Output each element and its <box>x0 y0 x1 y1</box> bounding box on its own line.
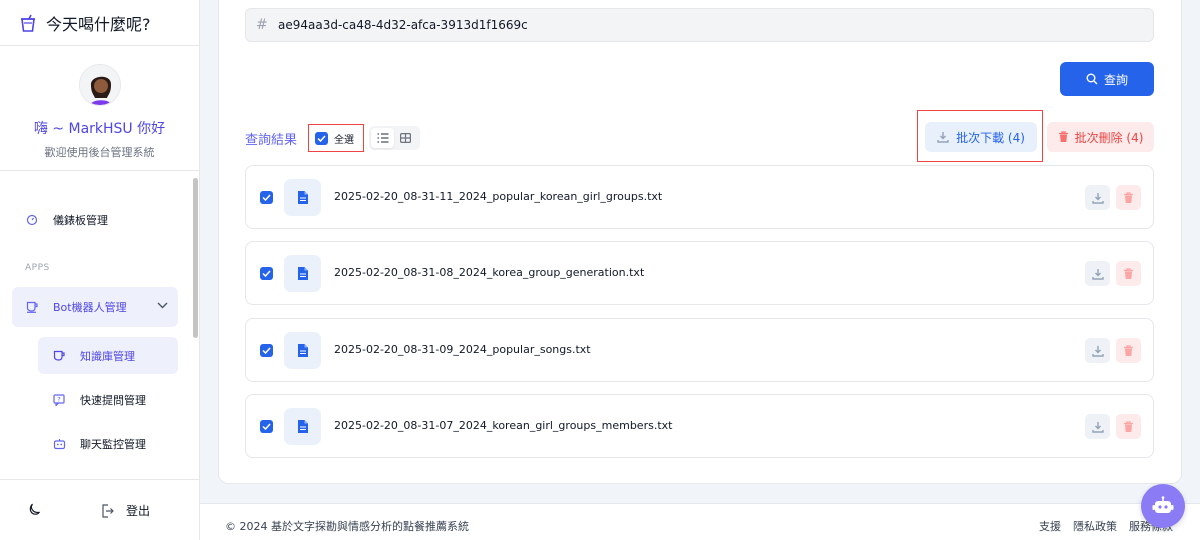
download-button[interactable] <box>1085 338 1110 363</box>
checkbox-checked-icon[interactable] <box>260 191 273 204</box>
sidebar-footer: 登出 <box>0 480 200 540</box>
batch-delete-label: 批次刪除 (4) <box>1074 130 1144 145</box>
cup-icon <box>25 300 39 314</box>
robot-icon <box>52 437 66 451</box>
delete-button[interactable] <box>1116 414 1141 439</box>
file-row[interactable]: 2025-02-20_08-31-09_2024_popular_songs.t… <box>245 318 1154 382</box>
question-bubble-icon: ? <box>52 393 66 407</box>
svg-text:?: ? <box>57 396 60 404</box>
file-row[interactable]: 2025-02-20_08-31-08_2024_korea_group_gen… <box>245 241 1154 305</box>
select-all-checkbox[interactable]: 全選 <box>308 124 364 152</box>
checkbox-checked-icon[interactable] <box>260 267 273 280</box>
query-button-label: 查詢 <box>1103 72 1128 87</box>
sidebar-item-label: 快速提問管理 <box>80 394 146 407</box>
download-icon <box>1091 345 1104 357</box>
delete-button[interactable] <box>1116 185 1141 210</box>
download-icon <box>1091 421 1104 433</box>
sidebar-nav: 儀錶板管理 APPS Bot機器人管理 知識庫管理 ? 快速提問管理 聊天監控管… <box>0 172 200 480</box>
sidebar-item-bot-manage[interactable]: Bot機器人管理 <box>12 287 178 327</box>
copyright-text: © 2024 基於文字探勘與情感分析的點餐推薦系統 <box>225 520 469 533</box>
file-name: 2025-02-20_08-31-07_2024_korean_girl_gro… <box>334 419 673 432</box>
sidebar-scrollbar[interactable] <box>193 178 198 338</box>
footer-link-support[interactable]: 支援 <box>1039 518 1061 534</box>
id-input[interactable]: # ae94aa3d-ca48-4d32-afca-3913d1f1669c <box>245 8 1154 42</box>
file-row[interactable]: 2025-02-20_08-31-11_2024_popular_korean_… <box>245 165 1154 229</box>
sidebar-item-chat-monitor[interactable]: 聊天監控管理 <box>52 436 146 452</box>
delete-button[interactable] <box>1116 261 1141 286</box>
list-view-icon[interactable] <box>371 128 394 148</box>
document-icon <box>284 408 321 445</box>
footer-link-privacy[interactable]: 隱私政策 <box>1073 518 1117 534</box>
cup-icon <box>21 14 35 32</box>
document-icon <box>284 255 321 292</box>
sidebar-item-label: 知識庫管理 <box>80 349 135 363</box>
trash-icon <box>1124 191 1133 203</box>
file-name: 2025-02-20_08-31-11_2024_popular_korean_… <box>334 190 663 203</box>
select-all-label: 全選 <box>334 134 354 146</box>
checkbox-checked-icon <box>315 131 328 145</box>
download-button[interactable] <box>1085 261 1110 286</box>
checkbox-checked-icon[interactable] <box>260 420 273 433</box>
download-icon <box>1091 268 1104 280</box>
download-button[interactable] <box>1085 185 1110 210</box>
logout-button[interactable]: 登出 <box>101 502 150 519</box>
batch-delete-button[interactable]: 批次刪除 (4) <box>1047 122 1154 152</box>
chatbot-fab[interactable] <box>1141 484 1185 528</box>
trash-icon <box>1124 420 1133 432</box>
app-title: 今天喝什麼呢? <box>46 14 151 34</box>
section-label-apps: APPS <box>25 263 50 273</box>
moon-icon[interactable] <box>27 503 41 517</box>
logout-label: 登出 <box>126 504 151 518</box>
greeting-text: 嗨 ~ MarkHSU 你好 <box>33 121 166 137</box>
sidebar-item-label: 儀錶板管理 <box>53 214 108 227</box>
delete-button[interactable] <box>1116 338 1141 363</box>
sidebar-item-label: Bot機器人管理 <box>53 301 127 314</box>
brand[interactable]: 今天喝什麼呢? <box>0 0 199 46</box>
trash-icon <box>1058 131 1068 142</box>
trash-icon <box>1124 344 1133 356</box>
download-icon <box>1091 192 1104 204</box>
sidebar-item-quick-questions[interactable]: ? 快速提問管理 <box>52 392 146 408</box>
sidebar-item-label: 聊天監控管理 <box>80 438 146 451</box>
file-name: 2025-02-20_08-31-08_2024_korea_group_gen… <box>334 266 645 279</box>
sidebar-item-dashboard[interactable]: 儀錶板管理 <box>25 212 108 228</box>
download-icon <box>937 132 949 143</box>
batch-download-label: 批次下載 (4) <box>956 130 1025 145</box>
trash-icon <box>1124 267 1133 279</box>
cup-icon <box>52 349 66 363</box>
page-footer: © 2024 基於文字探勘與情感分析的點餐推薦系統 支援 隱私政策 服務條款 <box>200 503 1200 540</box>
welcome-text: 歡迎使用後台管理系統 <box>44 146 155 159</box>
query-button[interactable]: 查詢 <box>1060 62 1154 96</box>
file-name: 2025-02-20_08-31-09_2024_popular_songs.t… <box>334 343 591 356</box>
view-toggle <box>369 126 420 150</box>
grid-view-icon[interactable] <box>394 128 417 148</box>
avatar[interactable] <box>78 64 121 106</box>
document-icon <box>284 179 321 216</box>
results-title: 查詢結果 <box>245 133 298 148</box>
hash-icon: # <box>256 17 268 33</box>
robot-icon <box>1152 496 1174 513</box>
gauge-icon <box>25 213 39 227</box>
batch-download-button[interactable]: 批次下載 (4) <box>925 122 1037 152</box>
file-row[interactable]: 2025-02-20_08-31-07_2024_korean_girl_gro… <box>245 394 1154 458</box>
sidebar-item-knowledge[interactable]: 知識庫管理 <box>38 337 178 374</box>
main-card: # ae94aa3d-ca48-4d32-afca-3913d1f1669c 查… <box>218 0 1182 484</box>
logout-icon <box>102 503 114 518</box>
chevron-down-icon <box>157 302 168 309</box>
download-button[interactable] <box>1085 414 1110 439</box>
profile-panel: 嗨 ~ MarkHSU 你好 歡迎使用後台管理系統 <box>0 46 199 171</box>
checkbox-checked-icon[interactable] <box>260 344 273 357</box>
search-icon <box>1086 73 1098 85</box>
document-icon <box>284 332 321 369</box>
id-input-value: ae94aa3d-ca48-4d32-afca-3913d1f1669c <box>278 18 528 32</box>
sidebar: 今天喝什麼呢? 嗨 ~ MarkHSU 你好 歡迎使用後台管理系統 儀錶板管理 … <box>0 0 200 540</box>
